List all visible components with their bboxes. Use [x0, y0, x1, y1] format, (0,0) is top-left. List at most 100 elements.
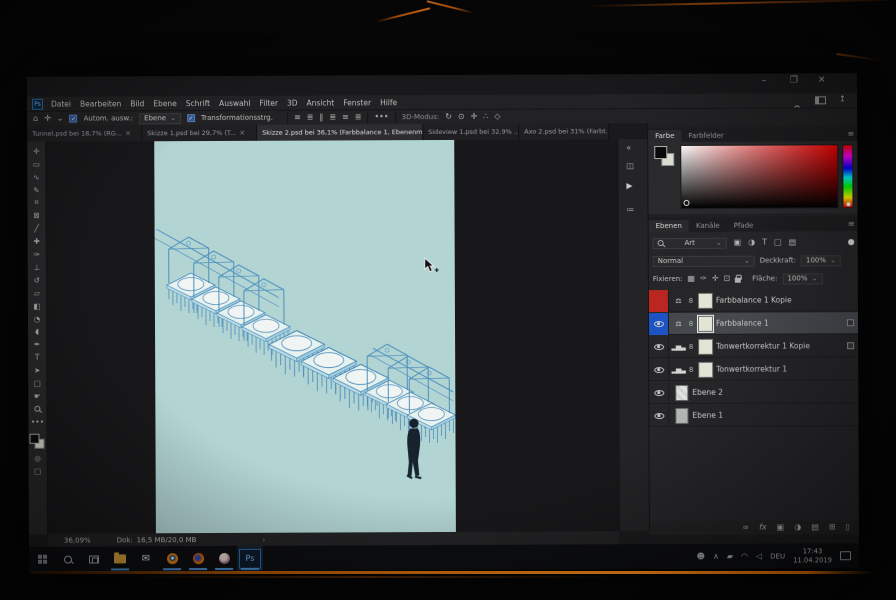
- menu-ansicht[interactable]: 3D: [287, 98, 298, 107]
- more-options-icon[interactable]: •••: [374, 113, 388, 121]
- panel-menu-icon[interactable]: ≡: [848, 219, 855, 228]
- auto-select-dropdown[interactable]: Ebene ⌄: [139, 113, 181, 124]
- actions-panel-icon[interactable]: ▶: [626, 181, 632, 190]
- menu-hilfe2[interactable]: Hilfe: [380, 98, 397, 107]
- blender-button[interactable]: [159, 546, 185, 571]
- clone-stamp-tool[interactable]: ⊥: [30, 263, 43, 271]
- keyboard-language[interactable]: DEU: [770, 552, 785, 560]
- type-tool[interactable]: T: [31, 353, 44, 361]
- move-tool[interactable]: ✛: [30, 147, 43, 155]
- lasso-tool[interactable]: ∿: [30, 173, 43, 181]
- battery-icon[interactable]: ▰: [727, 552, 733, 560]
- hue-slider[interactable]: [842, 144, 853, 208]
- tab-close-icon[interactable]: ×: [239, 129, 245, 137]
- task-view-button[interactable]: [81, 546, 107, 571]
- properties-panel-icon[interactable]: ≔: [626, 205, 634, 214]
- visibility-cell[interactable]: [649, 336, 669, 358]
- volume-icon[interactable]: ◁: [756, 552, 762, 560]
- restore-button[interactable]: ❐: [790, 75, 798, 85]
- brush-tool[interactable]: ✑: [30, 250, 43, 258]
- layer-mask-thumbnail-selected[interactable]: [698, 315, 713, 331]
- filter-smartobject-icon[interactable]: ▤: [789, 238, 797, 246]
- visibility-cell-red[interactable]: [649, 290, 669, 312]
- shape-tool[interactable]: □: [31, 379, 44, 387]
- lock-transparent-icon[interactable]: ▦: [687, 275, 695, 283]
- menu-bearbeiten[interactable]: Bearbeiten: [80, 99, 121, 108]
- menu-3d[interactable]: Filter: [259, 98, 278, 107]
- tab-skizze1[interactable]: Skizze 1.psd bei 29,7% (T... ×: [142, 125, 257, 141]
- link-layers-icon[interactable]: ∞: [742, 524, 749, 532]
- opacity-dropdown[interactable]: 100% ⌄: [801, 255, 841, 266]
- blend-mode-dropdown[interactable]: Normal ⌄: [653, 255, 755, 266]
- visibility-cell-blue[interactable]: [649, 313, 669, 335]
- 3d-roll-icon[interactable]: ⊙: [458, 113, 465, 121]
- layer-thumbnail[interactable]: [675, 407, 688, 423]
- frame-tool[interactable]: ⊠: [30, 212, 43, 220]
- file-explorer-button[interactable]: [107, 546, 133, 571]
- eye-icon[interactable]: [654, 344, 664, 350]
- eyedropper-tool[interactable]: ╱: [30, 225, 43, 233]
- tab-close-icon[interactable]: ×: [125, 129, 131, 137]
- tab-skizze2-active[interactable]: Skizze 2.psd bei 36,1% (Farbbalance 1, E…: [257, 124, 423, 140]
- blur-tool[interactable]: ◔: [30, 315, 43, 323]
- eraser-tool[interactable]: ▱: [30, 289, 43, 297]
- people-icon[interactable]: ☻: [697, 552, 705, 560]
- color-field-indicator[interactable]: [683, 200, 689, 206]
- eye-icon[interactable]: [654, 367, 664, 373]
- 3d-pan-icon[interactable]: ✛: [471, 113, 478, 121]
- collapse-panels-icon[interactable]: «: [626, 143, 631, 152]
- menu-datei[interactable]: Datei: [51, 99, 71, 108]
- tab-sideview[interactable]: Sideview 1.psd bei 32,9% ... ×: [423, 124, 519, 140]
- layer-row-tonwert-kopie[interactable]: ▂▅▃ 8 Tonwertkorrektur 1 Kopie: [649, 335, 859, 358]
- hue-slider-indicator[interactable]: [846, 202, 850, 206]
- lock-pixels-icon[interactable]: ✑: [700, 275, 707, 283]
- marquee-tool[interactable]: ▭: [30, 160, 43, 168]
- document-canvas[interactable]: [154, 139, 456, 533]
- tab-farbe[interactable]: Farbe: [648, 130, 681, 142]
- quick-mask-button[interactable]: ◎: [31, 455, 44, 463]
- quick-selection-tool[interactable]: ✎: [30, 186, 43, 194]
- new-adjustment-icon[interactable]: ◑: [794, 523, 801, 531]
- status-chevron-icon[interactable]: ›: [262, 535, 265, 543]
- foreground-color-swatch[interactable]: [29, 434, 39, 444]
- healing-brush-tool[interactable]: ✚: [30, 237, 43, 245]
- layer-mask-thumbnail[interactable]: [698, 361, 713, 377]
- filter-type-icon[interactable]: T: [762, 239, 767, 247]
- layer-style-icon[interactable]: fx: [759, 524, 767, 532]
- layer-mask-thumbnail[interactable]: [698, 338, 713, 354]
- align-left-icon[interactable]: ≡: [294, 114, 301, 122]
- hand-tool[interactable]: ☛: [31, 392, 44, 400]
- new-group-icon[interactable]: ▤: [811, 523, 819, 531]
- history-brush-tool[interactable]: ↺: [30, 276, 43, 284]
- tool-preset-caret-icon[interactable]: ⌄: [57, 115, 64, 123]
- eye-icon[interactable]: [653, 321, 663, 327]
- tab-farbfelder[interactable]: Farbfelder: [681, 130, 730, 142]
- zoom-tool[interactable]: [31, 405, 44, 413]
- taskbar-search-button[interactable]: [55, 547, 81, 572]
- chevron-up-icon[interactable]: ∧: [713, 552, 719, 560]
- menu-hilfe[interactable]: Fenster: [343, 98, 371, 107]
- gradient-tool[interactable]: ◧: [30, 302, 43, 310]
- tab-kanaele[interactable]: Kanäle: [689, 220, 727, 232]
- panel-menu-icon[interactable]: ≡: [847, 129, 854, 138]
- delete-layer-icon[interactable]: ▯: [845, 523, 849, 531]
- start-button[interactable]: [29, 547, 55, 572]
- firefox-button[interactable]: [185, 546, 211, 571]
- move-tool-icon[interactable]: ✛: [44, 115, 51, 123]
- wifi-icon[interactable]: ◠: [741, 552, 748, 560]
- home-icon[interactable]: ⌂: [33, 115, 38, 123]
- layer-row-ebene1[interactable]: Ebene 1: [649, 404, 859, 427]
- path-selection-tool[interactable]: ➤: [31, 366, 44, 374]
- tab-tunnel[interactable]: Tunnel.psd bei 18,7% (RG... ×: [27, 125, 142, 141]
- layer-row-tonwert[interactable]: ▂▅▃ 8 Tonwertkorrektur 1: [649, 358, 859, 381]
- workspace-icon[interactable]: [815, 96, 826, 104]
- filter-adjustment-icon[interactable]: ◑: [748, 239, 755, 247]
- layer-row-ebene2[interactable]: Ebene 2: [649, 381, 859, 404]
- add-mask-icon[interactable]: ▣: [777, 524, 785, 532]
- dodge-tool[interactable]: ◖: [31, 328, 44, 336]
- share-icon[interactable]: ↥: [839, 95, 846, 103]
- 3d-orbit-icon[interactable]: ↻: [445, 113, 452, 121]
- filter-type-dropdown[interactable]: Art ⌄: [653, 237, 727, 248]
- history-panel-icon[interactable]: ◫: [626, 161, 634, 170]
- notification-center-icon[interactable]: [840, 551, 851, 560]
